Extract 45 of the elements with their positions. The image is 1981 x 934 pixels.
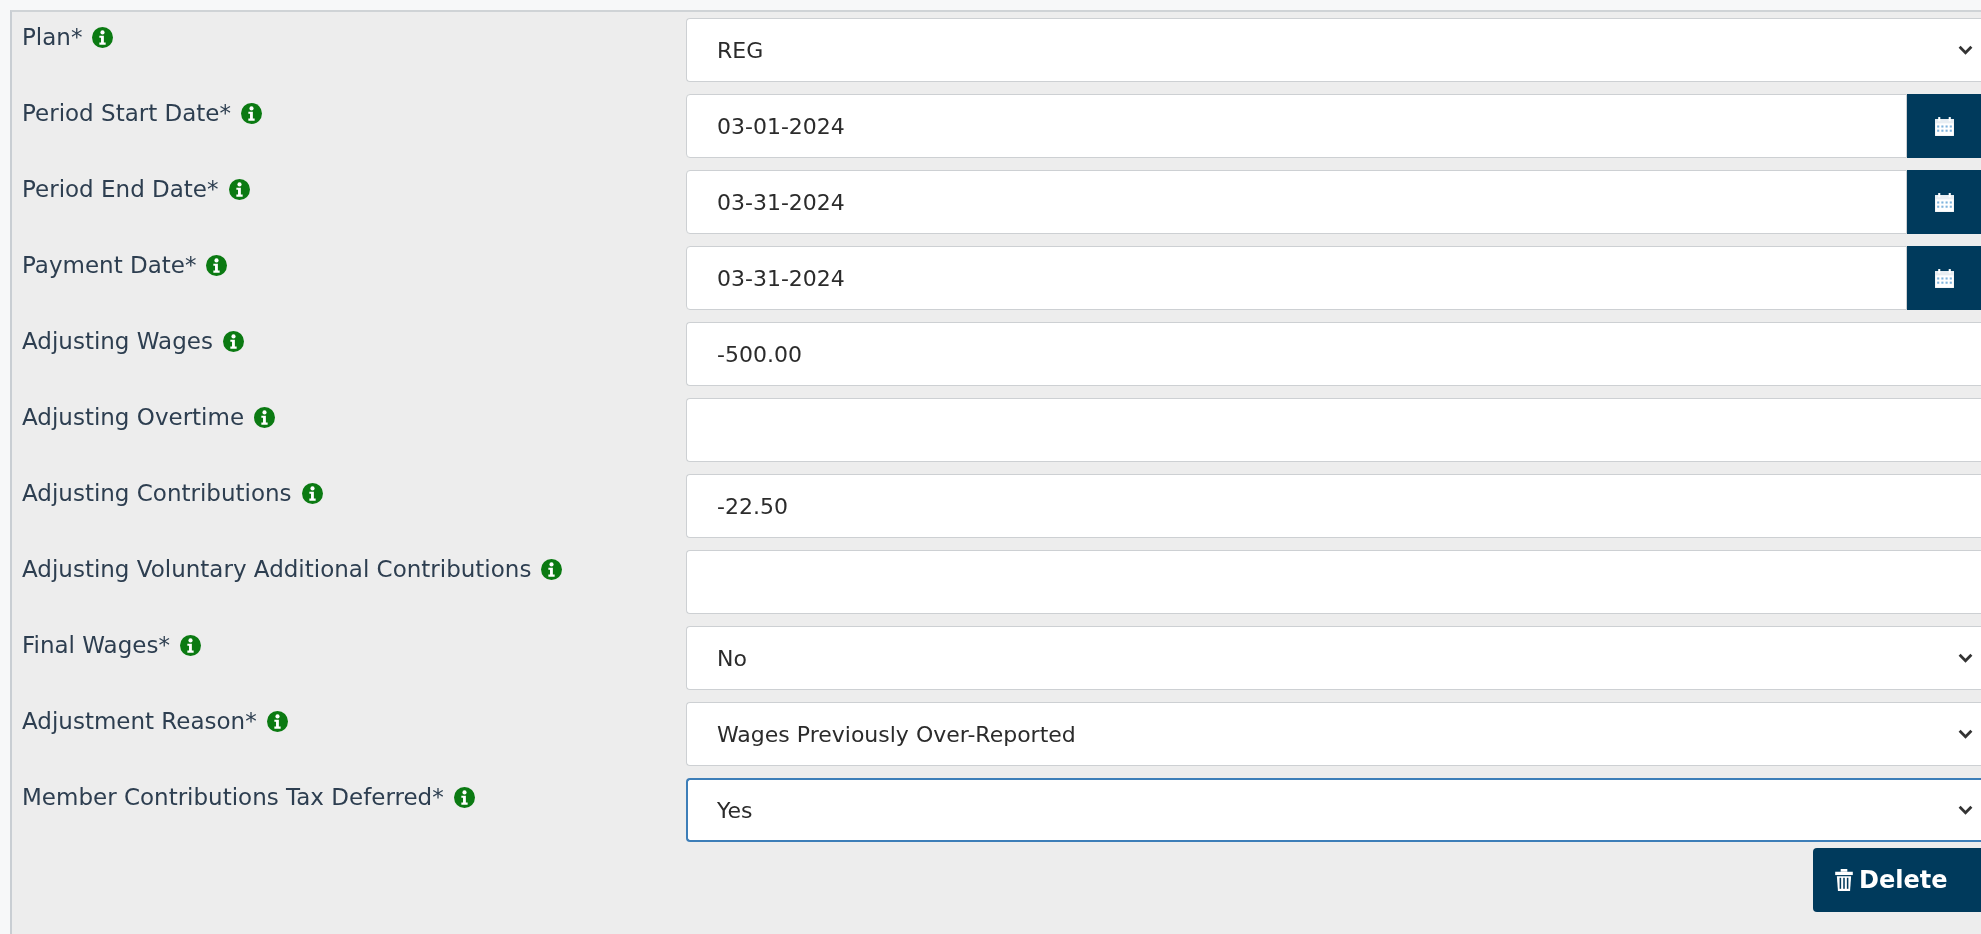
input-field[interactable] (686, 398, 1981, 462)
calendar-icon (1933, 115, 1955, 137)
info-icon[interactable] (241, 103, 262, 124)
calendar-button[interactable] (1907, 94, 1981, 158)
info-icon[interactable] (301, 483, 323, 504)
date-field[interactable]: 03-31-2024 (686, 246, 1907, 310)
field-label: Adjusting Overtime (22, 404, 245, 430)
calendar-icon (1933, 267, 1955, 289)
input-field[interactable]: -500.00 (686, 322, 1981, 386)
info-icon[interactable] (206, 255, 228, 276)
field-label: Member Contributions Tax Deferred* (22, 784, 444, 810)
info-icon[interactable] (222, 331, 244, 352)
field-label: Adjusting Contributions (22, 480, 292, 506)
date-field[interactable]: 03-01-2024 (686, 94, 1907, 158)
chevron-down-icon (1958, 729, 1973, 739)
field-label: Period End Date* (22, 176, 219, 202)
field-label: Plan* (22, 24, 83, 50)
info-icon[interactable] (254, 407, 276, 428)
field-label: Adjusting Voluntary Additional Contributions (22, 556, 532, 582)
calendar-button[interactable] (1907, 246, 1981, 310)
input-field[interactable] (686, 550, 1981, 614)
info-icon[interactable] (228, 179, 250, 200)
field-label: Period Start Date* (22, 100, 231, 126)
info-icon[interactable] (92, 27, 114, 48)
chevron-down-icon (1958, 805, 1973, 815)
dropdown[interactable]: No (686, 626, 1981, 690)
calendar-button[interactable] (1907, 170, 1981, 234)
field-label: Adjustment Reason* (22, 708, 257, 734)
delete-button[interactable]: Delete (1813, 848, 1981, 912)
field-label: Adjusting Wages (22, 328, 213, 354)
field-label: Final Wages* (22, 632, 170, 658)
dropdown[interactable]: Yes (686, 778, 1981, 842)
input-field[interactable]: -22.50 (686, 474, 1981, 538)
field-label: Payment Date* (22, 252, 197, 278)
dropdown[interactable]: Wages Previously Over-Reported (686, 702, 1981, 766)
chevron-down-icon (1958, 45, 1973, 55)
trash-icon (1835, 869, 1853, 891)
info-icon[interactable] (541, 559, 563, 580)
chevron-down-icon (1958, 653, 1973, 663)
info-icon[interactable] (453, 787, 475, 808)
info-icon[interactable] (266, 711, 288, 732)
info-icon[interactable] (179, 635, 201, 656)
dropdown[interactable]: REG (686, 18, 1981, 82)
calendar-icon (1933, 191, 1955, 213)
date-field[interactable]: 03-31-2024 (686, 170, 1907, 234)
